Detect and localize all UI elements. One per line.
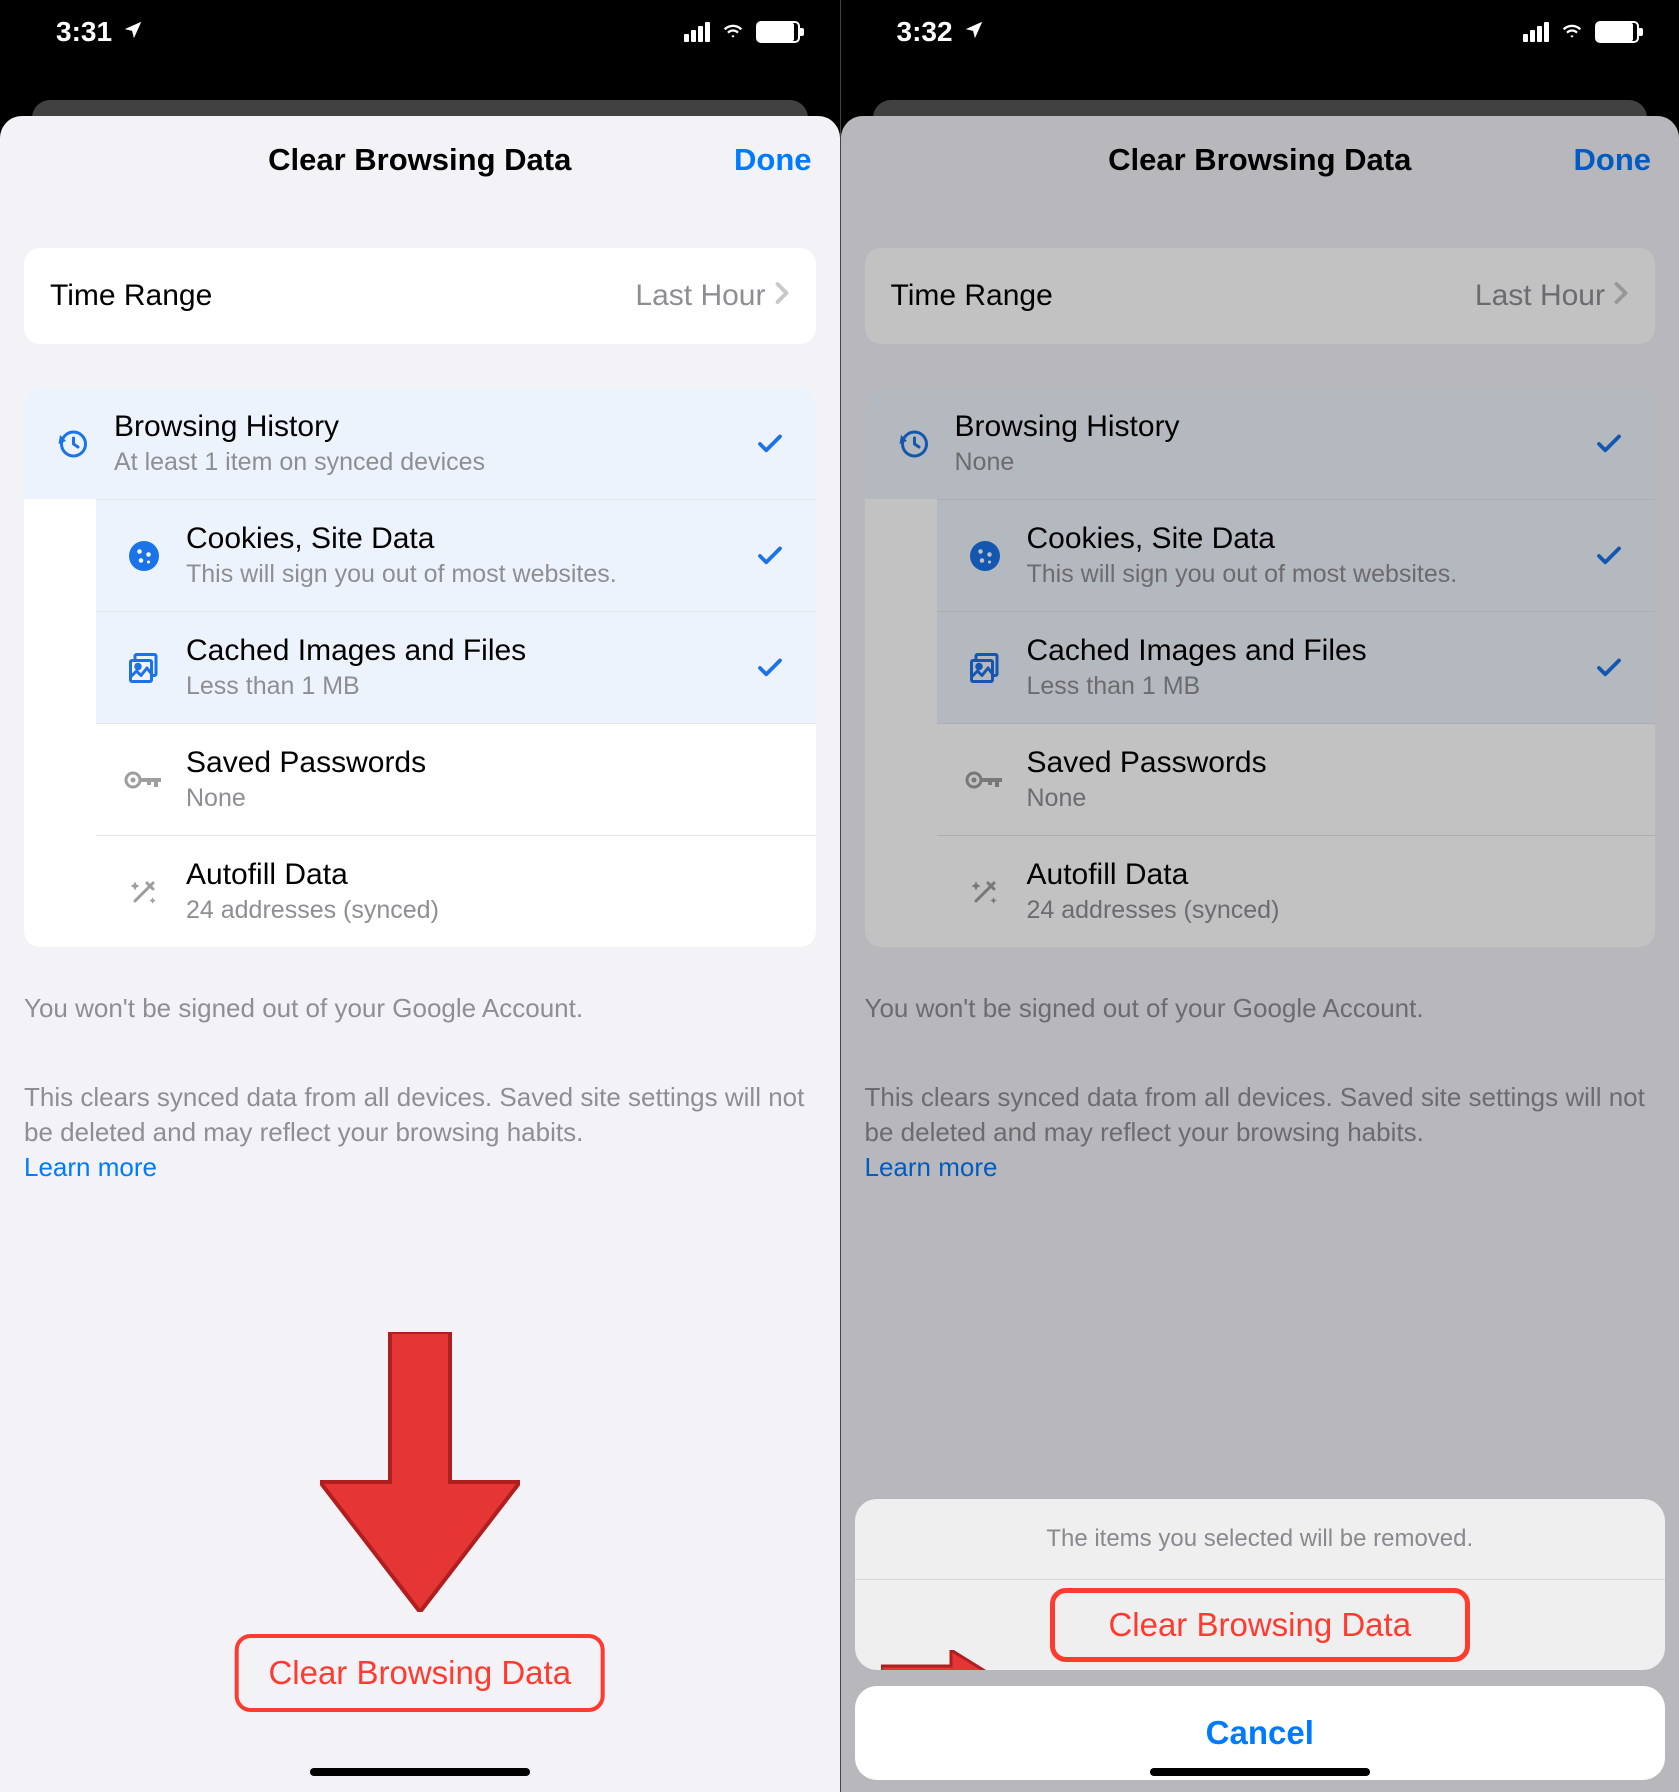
browsing-history-row[interactable]: Browsing History At least 1 item on sync… xyxy=(24,388,816,499)
home-indicator[interactable] xyxy=(310,1768,530,1776)
time-range-section: Time Range Last Hour xyxy=(865,248,1656,344)
saved-passwords-row[interactable]: Saved Passwords None xyxy=(96,723,816,835)
footnote-synced: This clears synced data from all devices… xyxy=(841,1080,1679,1185)
wand-icon xyxy=(963,874,1007,910)
nav-bar: Clear Browsing Data Done xyxy=(0,116,840,204)
status-time: 3:31 xyxy=(56,16,112,48)
data-types-section: Browsing History None Cookies, Site Data… xyxy=(865,388,1656,947)
status-bar: 3:32 xyxy=(841,0,1679,64)
cellular-icon xyxy=(1523,22,1549,42)
image-icon xyxy=(122,650,166,686)
learn-more-link[interactable]: Learn more xyxy=(24,1152,157,1182)
home-indicator[interactable] xyxy=(1150,1768,1370,1776)
data-types-section: Browsing History At least 1 item on sync… xyxy=(24,388,816,947)
row-subtitle: At least 1 item on synced devices xyxy=(114,448,730,477)
autofill-row[interactable]: Autofill Data 24 addresses (synced) xyxy=(937,835,1656,947)
done-button[interactable]: Done xyxy=(1574,142,1652,178)
cellular-icon xyxy=(684,22,710,42)
action-sheet-title: The items you selected will be removed. xyxy=(855,1499,1666,1580)
cookie-icon xyxy=(963,538,1007,574)
row-subtitle: 24 addresses (synced) xyxy=(1027,896,1570,925)
row-subtitle: This will sign you out of most websites. xyxy=(186,560,730,589)
annotation-arrow-right-icon xyxy=(881,1650,1001,1670)
row-title: Cached Images and Files xyxy=(186,634,730,668)
annotation-arrow-down-icon xyxy=(320,1332,520,1612)
checkmark-icon xyxy=(1589,653,1629,683)
checkmark-icon xyxy=(750,541,790,571)
battery-icon xyxy=(756,21,800,43)
battery-icon xyxy=(1595,21,1639,43)
history-icon xyxy=(891,426,935,462)
action-sheet: The items you selected will be removed. … xyxy=(855,1499,1666,1780)
phone-left: 3:31 Clear Browsing Data Done Time Range xyxy=(0,0,840,1792)
row-title: Browsing History xyxy=(114,410,730,444)
cookies-row[interactable]: Cookies, Site Data This will sign you ou… xyxy=(937,499,1656,611)
status-time: 3:32 xyxy=(897,16,953,48)
history-icon xyxy=(50,426,94,462)
row-subtitle: Less than 1 MB xyxy=(1027,672,1570,701)
time-range-label: Time Range xyxy=(891,279,1053,313)
checkmark-icon xyxy=(750,429,790,459)
location-icon xyxy=(122,16,144,48)
row-title: Cookies, Site Data xyxy=(186,522,730,556)
row-title: Saved Passwords xyxy=(1027,746,1570,780)
row-title: Saved Passwords xyxy=(186,746,730,780)
settings-sheet: Clear Browsing Data Done Time Range Last… xyxy=(841,116,1679,1792)
action-sheet-cancel-button[interactable]: Cancel xyxy=(855,1686,1666,1780)
cookies-row[interactable]: Cookies, Site Data This will sign you ou… xyxy=(96,499,816,611)
time-range-section: Time Range Last Hour xyxy=(24,248,816,344)
footnote-synced: This clears synced data from all devices… xyxy=(0,1080,840,1185)
cached-images-row[interactable]: Cached Images and Files Less than 1 MB xyxy=(96,611,816,723)
time-range-row[interactable]: Time Range Last Hour xyxy=(24,248,816,344)
row-title: Autofill Data xyxy=(186,858,730,892)
chevron-right-icon xyxy=(1613,279,1629,313)
time-range-label: Time Range xyxy=(50,279,212,313)
key-icon xyxy=(963,768,1007,792)
row-title: Cookies, Site Data xyxy=(1027,522,1570,556)
time-range-value: Last Hour xyxy=(1475,279,1605,313)
checkmark-icon xyxy=(750,653,790,683)
row-subtitle: None xyxy=(955,448,1570,477)
cached-images-row[interactable]: Cached Images and Files Less than 1 MB xyxy=(937,611,1656,723)
clear-browsing-data-button[interactable]: Clear Browsing Data xyxy=(234,1634,605,1712)
footnote-signout: You won't be signed out of your Google A… xyxy=(0,991,840,1026)
phone-right: 3:32 Clear Browsing Data Done Time Range xyxy=(840,0,1679,1792)
wifi-icon xyxy=(720,16,746,48)
footnote-signout: You won't be signed out of your Google A… xyxy=(841,991,1679,1026)
wifi-icon xyxy=(1559,16,1585,48)
saved-passwords-row[interactable]: Saved Passwords None xyxy=(937,723,1656,835)
cookie-icon xyxy=(122,538,166,574)
nav-bar: Clear Browsing Data Done xyxy=(841,116,1679,204)
autofill-row[interactable]: Autofill Data 24 addresses (synced) xyxy=(96,835,816,947)
done-button[interactable]: Done xyxy=(734,142,812,178)
row-title: Autofill Data xyxy=(1027,858,1570,892)
page-title: Clear Browsing Data xyxy=(1108,142,1411,178)
row-subtitle: Less than 1 MB xyxy=(186,672,730,701)
checkmark-icon xyxy=(1589,541,1629,571)
row-title: Cached Images and Files xyxy=(1027,634,1570,668)
row-subtitle: None xyxy=(186,784,730,813)
row-subtitle: This will sign you out of most websites. xyxy=(1027,560,1570,589)
time-range-value: Last Hour xyxy=(635,279,765,313)
checkmark-icon xyxy=(1589,429,1629,459)
browsing-history-row[interactable]: Browsing History None xyxy=(865,388,1656,499)
status-bar: 3:31 xyxy=(0,0,840,64)
action-sheet-clear-button[interactable]: Clear Browsing Data xyxy=(855,1580,1666,1670)
row-subtitle: 24 addresses (synced) xyxy=(186,896,730,925)
learn-more-link[interactable]: Learn more xyxy=(865,1152,998,1182)
row-title: Browsing History xyxy=(955,410,1570,444)
image-icon xyxy=(963,650,1007,686)
settings-sheet: Clear Browsing Data Done Time Range Last… xyxy=(0,116,840,1792)
key-icon xyxy=(122,768,166,792)
time-range-row[interactable]: Time Range Last Hour xyxy=(865,248,1656,344)
page-title: Clear Browsing Data xyxy=(268,142,571,178)
row-subtitle: None xyxy=(1027,784,1570,813)
chevron-right-icon xyxy=(774,279,790,313)
location-icon xyxy=(963,16,985,48)
wand-icon xyxy=(122,874,166,910)
